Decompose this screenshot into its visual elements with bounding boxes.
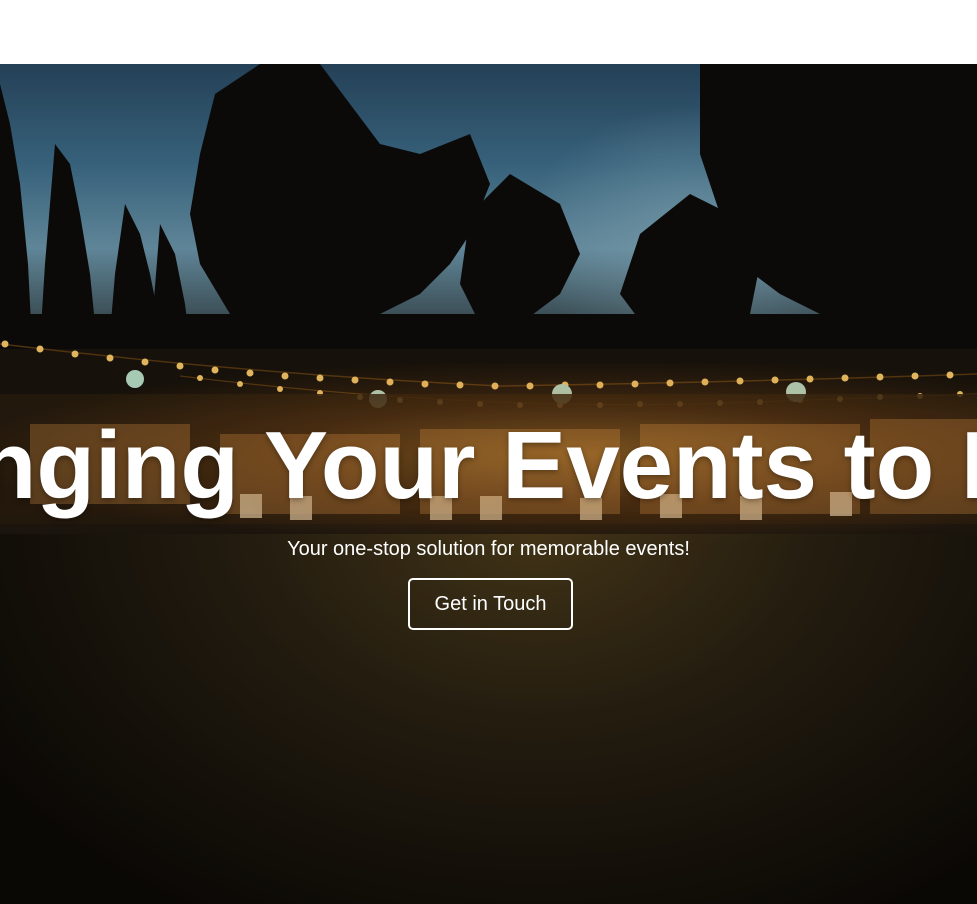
hero-section: Bringing Your Events to Life Your one-st… bbox=[0, 64, 977, 904]
hero-headline: Bringing Your Events to Life bbox=[0, 412, 977, 519]
hero-subtitle: Your one-stop solution for memorable eve… bbox=[287, 538, 690, 560]
get-in-touch-button[interactable]: Get in Touch bbox=[408, 578, 573, 630]
top-navigation-bar bbox=[0, 0, 977, 64]
